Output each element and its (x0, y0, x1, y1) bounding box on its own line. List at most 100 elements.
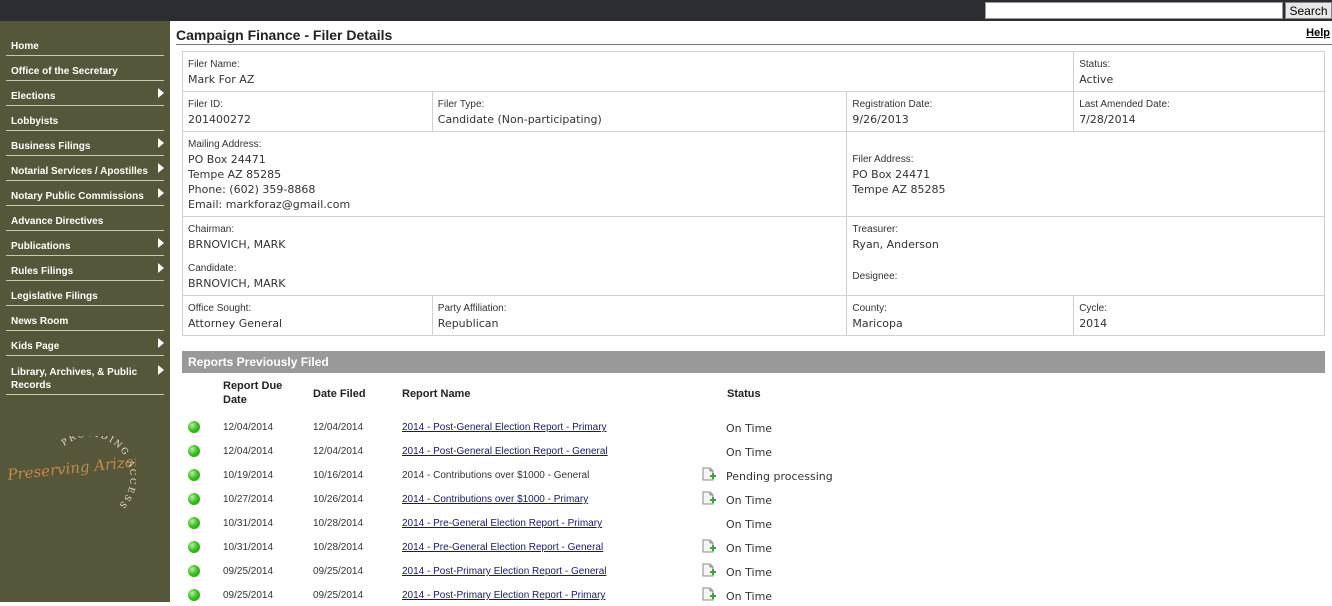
report-name-link[interactable]: 2014 - Pre-General Election Report - Gen… (402, 542, 603, 553)
mailing-address-line2: Tempe AZ 85285 (188, 168, 282, 181)
sidebar-item-kids-page[interactable]: Kids Page (6, 331, 164, 356)
sidebar-item-advance-directives[interactable]: Advance Directives (6, 206, 164, 231)
county-cell: County: Maricopa (846, 295, 1075, 336)
sidebar-item-library-archives[interactable]: Library, Archives, & Public Records (6, 356, 164, 395)
report-date-filed: 10/26/2014 (313, 494, 364, 505)
filer-address-line1: PO Box 24471 (852, 168, 931, 181)
sidebar-item-legislative-filings[interactable]: Legislative Filings (6, 281, 164, 306)
report-date-filed: 09/25/2014 (313, 590, 364, 601)
sidebar-item-label: Office of the Secretary (11, 66, 118, 77)
add-document-icon[interactable] (702, 563, 716, 577)
phone-value: Phone: (602) 359-8868 (188, 183, 316, 196)
sidebar-item-office-of-the-secretary[interactable]: Office of the Secretary (6, 56, 164, 81)
add-document-icon[interactable] (702, 491, 716, 505)
report-due-date: 10/27/2014 (223, 494, 274, 505)
submenu-arrow-icon (158, 88, 164, 98)
logo-script-text: Preserving Arizona (6, 451, 136, 484)
status-indicator-icon (188, 469, 200, 481)
table-row: 10/27/2014 10/26/2014 2014 - Contributions… (182, 486, 1325, 510)
column-header-status: Status (727, 388, 761, 400)
report-due-date: 10/31/2014 (223, 542, 274, 553)
page-title: Campaign Finance - Filer Details (176, 27, 393, 43)
table-row: 10/31/2014 10/28/2014 2014 - Pre-General E… (182, 534, 1325, 558)
search-input[interactable] (985, 2, 1283, 19)
sidebar-item-publications[interactable]: Publications (6, 231, 164, 256)
sidebar: Home Office of the Secretary Elections L… (0, 21, 170, 602)
reports-section-header: Reports Previously Filed (182, 351, 1325, 373)
filer-name-cell: Filer Name: Mark For AZ (181, 51, 1075, 92)
report-status: Pending processing (726, 470, 833, 483)
submenu-arrow-icon (158, 338, 164, 348)
report-name-link[interactable]: 2014 - Post-Primary Election Report - Ge… (402, 566, 607, 577)
column-header-date-filed: Date Filed (313, 388, 366, 400)
report-due-date: 12/04/2014 (223, 422, 274, 433)
title-divider (176, 44, 1332, 45)
chairman-value: BRNOVICH, MARK (188, 238, 286, 251)
sidebar-item-rules-filings[interactable]: Rules Filings (6, 256, 164, 281)
sidebar-item-label: Home (11, 41, 39, 52)
status-indicator-icon (188, 445, 200, 457)
sidebar-item-label: Elections (11, 91, 56, 102)
report-date-filed: 10/28/2014 (313, 518, 364, 529)
status-indicator-icon (188, 493, 200, 505)
email-value: Email: markforaz@gmail.com (188, 198, 351, 211)
report-due-date: 09/25/2014 (223, 566, 274, 577)
registration-date-cell: Registration Date: 9/26/2013 (846, 91, 1075, 132)
sidebar-item-label: Advance Directives (11, 216, 104, 227)
filer-id-cell: Filer ID: 201400272 (182, 91, 433, 132)
sidebar-item-home[interactable]: Home (6, 31, 164, 56)
report-status: On Time (726, 542, 773, 555)
sidebar-item-label: Business Filings (11, 141, 91, 152)
status-indicator-icon (188, 517, 200, 529)
sidebar-item-lobbyists[interactable]: Lobbyists (6, 106, 164, 131)
cycle-cell: Cycle: 2014 (1073, 295, 1325, 336)
top-bar: Search (0, 0, 1332, 21)
column-header-due-date: Report Due Date (223, 380, 283, 406)
filer-name-label: Filer Name: (188, 59, 240, 70)
report-status: On Time (726, 566, 773, 579)
last-amended-label: Last Amended Date: (1079, 99, 1170, 110)
table-row: 12/04/2014 12/04/2014 2014 - Post-General … (182, 414, 1325, 438)
table-row: 12/04/2014 12/04/2014 2014 - Post-General … (182, 438, 1325, 462)
status-value: Active (1079, 73, 1114, 86)
sidebar-item-label: Notarial Services / Apostilles (11, 166, 148, 177)
chairman-candidate-cell: Chairman: BRNOVICH, MARK Candidate: BRNO… (181, 216, 848, 296)
submenu-arrow-icon (158, 238, 164, 248)
office-sought-cell: Office Sought: Attorney General (182, 295, 433, 336)
search-button[interactable]: Search (1285, 2, 1332, 19)
report-status: On Time (726, 494, 773, 507)
report-name-link[interactable]: 2014 - Post-General Election Report - Ge… (402, 446, 608, 457)
sidebar-nav: Home Office of the Secretary Elections L… (0, 31, 170, 395)
sidebar-item-label: Library, Archives, & Public Records (11, 367, 138, 391)
report-name-link[interactable]: 2014 - Pre-General Election Report - Pri… (402, 518, 602, 529)
report-date-filed: 10/16/2014 (313, 470, 364, 481)
report-name-link[interactable]: 2014 - Contributions over $1000 - Primar… (402, 494, 588, 505)
sidebar-item-news-room[interactable]: News Room (6, 306, 164, 331)
submenu-arrow-icon (158, 263, 164, 273)
designee-label: Designee: (852, 271, 898, 282)
report-name-link[interactable]: 2014 - Post-Primary Election Report - Pr… (402, 590, 605, 601)
report-status: On Time (726, 422, 773, 435)
submenu-arrow-icon (158, 188, 164, 198)
report-date-filed: 10/28/2014 (313, 542, 364, 553)
filer-id-label: Filer ID: (188, 99, 223, 110)
sidebar-item-business-filings[interactable]: Business Filings (6, 131, 164, 156)
filer-address-line2: Tempe AZ 85285 (852, 183, 946, 196)
add-document-icon[interactable] (702, 467, 716, 481)
sidebar-item-elections[interactable]: Elections (6, 81, 164, 106)
report-status: On Time (726, 590, 773, 603)
report-name-link[interactable]: 2014 - Post-General Election Report - Pr… (402, 422, 607, 433)
add-document-icon[interactable] (702, 539, 716, 553)
help-link[interactable]: Help (1306, 27, 1330, 39)
last-amended-cell: Last Amended Date: 7/28/2014 (1073, 91, 1325, 132)
sidebar-item-label: Kids Page (11, 341, 60, 352)
sidebar-item-notarial-services[interactable]: Notarial Services / Apostilles (6, 156, 164, 181)
table-row: 09/25/2014 09/25/2014 2014 - Post-Primary … (182, 582, 1325, 606)
add-document-icon[interactable] (702, 587, 716, 601)
sidebar-item-notary-public-commissions[interactable]: Notary Public Commissions (6, 181, 164, 206)
filer-details-table: Filer Name: Mark For AZ Status: Active F… (181, 51, 1325, 336)
candidate-value: BRNOVICH, MARK (188, 277, 286, 290)
sidebar-item-label: Rules Filings (11, 266, 74, 277)
status-cell: Status: Active (1073, 51, 1325, 92)
table-row: 10/31/2014 10/28/2014 2014 - Pre-General E… (182, 510, 1325, 534)
